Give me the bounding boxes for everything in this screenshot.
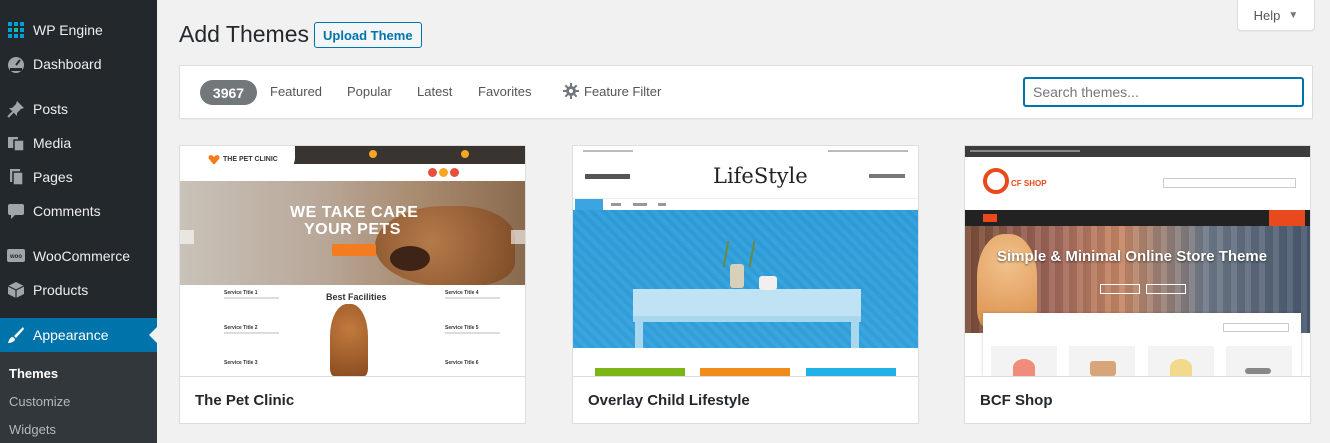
- menu-item-pages[interactable]: Pages: [0, 160, 157, 194]
- theme-name-bar: BCF Shop: [965, 376, 1310, 423]
- help-label: Help: [1253, 7, 1281, 23]
- preview-service: Service Title 6: [445, 360, 479, 366]
- products-box-icon: [6, 280, 26, 300]
- dashboard-gauge-icon: [6, 54, 26, 74]
- preview-service: Service Title 5: [445, 325, 479, 331]
- menu-item-products[interactable]: Products: [0, 273, 157, 307]
- filter-favorites[interactable]: Favorites: [478, 84, 531, 99]
- search-themes-input[interactable]: [1023, 77, 1304, 107]
- filter-popular[interactable]: Popular: [347, 84, 392, 99]
- feature-filter-button[interactable]: Feature Filter: [563, 83, 661, 99]
- theme-name: Overlay Child Lifestyle: [588, 392, 750, 409]
- theme-screenshot: LifeStyle: [573, 146, 918, 376]
- menu-label: Dashboard: [33, 56, 102, 72]
- upload-theme-button[interactable]: Upload Theme: [314, 22, 422, 48]
- preview-logo: LifeStyle: [713, 164, 808, 188]
- menu-label: Pages: [33, 169, 73, 185]
- preview-logo: CF SHOP: [1011, 179, 1047, 188]
- paintbrush-icon: [6, 325, 26, 345]
- preview-service: Service Title 1: [224, 290, 258, 296]
- woocommerce-icon: woo: [6, 246, 26, 266]
- wp-engine-icon: [6, 20, 26, 40]
- admin-sidebar: WP Engine Dashboard Posts Media Pages Co…: [0, 0, 157, 443]
- gear-icon: [563, 83, 579, 99]
- menu-item-appearance[interactable]: Appearance: [0, 318, 157, 352]
- theme-card-overlay-child-lifestyle[interactable]: LifeStyle Overlay Child Lifestyle: [572, 145, 919, 424]
- theme-name-bar: Overlay Child Lifestyle: [573, 376, 918, 423]
- preview-hero-line2: YOUR PETS: [304, 221, 401, 238]
- theme-card-bcf-shop[interactable]: CF SHOP Simple & Minimal Online Store Th…: [964, 145, 1311, 424]
- comment-bubble-icon: [6, 201, 26, 221]
- menu-label: WP Engine: [33, 22, 103, 38]
- submenu-item-widgets[interactable]: Widgets: [9, 422, 56, 437]
- theme-screenshot: THE PET CLINIC WE TAKE CARE YOUR PETS Se…: [180, 146, 525, 376]
- menu-label: Products: [33, 282, 89, 298]
- preview-section-heading: Best Facilities: [326, 292, 387, 302]
- theme-count-badge: 3967: [200, 80, 257, 105]
- menu-label: Appearance: [33, 327, 109, 343]
- theme-screenshot: CF SHOP Simple & Minimal Online Store Th…: [965, 146, 1310, 376]
- theme-name: BCF Shop: [980, 392, 1053, 409]
- pushpin-icon: [6, 99, 26, 119]
- svg-text:woo: woo: [9, 254, 22, 260]
- appearance-submenu: Themes Customize Widgets: [0, 352, 157, 443]
- menu-item-dashboard[interactable]: Dashboard: [0, 47, 157, 81]
- filter-latest[interactable]: Latest: [417, 84, 452, 99]
- preview-logo: THE PET CLINIC: [223, 156, 278, 163]
- help-tab-button[interactable]: Help ▼: [1237, 0, 1315, 31]
- menu-item-comments[interactable]: Comments: [0, 194, 157, 228]
- preview-hero-text: Simple & Minimal Online Store Theme: [997, 248, 1268, 265]
- menu-item-woocommerce[interactable]: woo WooCommerce: [0, 239, 157, 273]
- preview-service: Service Title 3: [224, 360, 258, 366]
- menu-item-posts[interactable]: Posts: [0, 92, 157, 126]
- menu-label: WooCommerce: [33, 248, 130, 264]
- menu-item-media[interactable]: Media: [0, 126, 157, 160]
- media-icon: [6, 133, 26, 153]
- preview-hero-line1: WE TAKE CARE: [290, 204, 419, 221]
- filter-featured[interactable]: Featured: [270, 84, 322, 99]
- feature-filter-label: Feature Filter: [584, 83, 662, 99]
- theme-card-pet-clinic[interactable]: THE PET CLINIC WE TAKE CARE YOUR PETS Se…: [179, 145, 526, 424]
- submenu-item-themes[interactable]: Themes: [9, 366, 58, 381]
- pages-icon: [6, 167, 26, 187]
- theme-filter-bar: 3967 Featured Popular Latest Favorites F…: [179, 65, 1313, 119]
- preview-service: Service Title 2: [224, 325, 258, 331]
- caret-down-icon: ▼: [1288, 9, 1299, 21]
- page-title: Add Themes: [179, 21, 309, 47]
- theme-name-bar: The Pet Clinic: [180, 376, 525, 423]
- menu-label: Media: [33, 135, 72, 151]
- menu-label: Comments: [33, 203, 101, 219]
- theme-name: The Pet Clinic: [195, 392, 295, 409]
- submenu-item-customize[interactable]: Customize: [9, 394, 70, 409]
- menu-item-wp-engine[interactable]: WP Engine: [0, 13, 157, 47]
- preview-service: Service Title 4: [445, 290, 479, 296]
- menu-label: Posts: [33, 101, 69, 117]
